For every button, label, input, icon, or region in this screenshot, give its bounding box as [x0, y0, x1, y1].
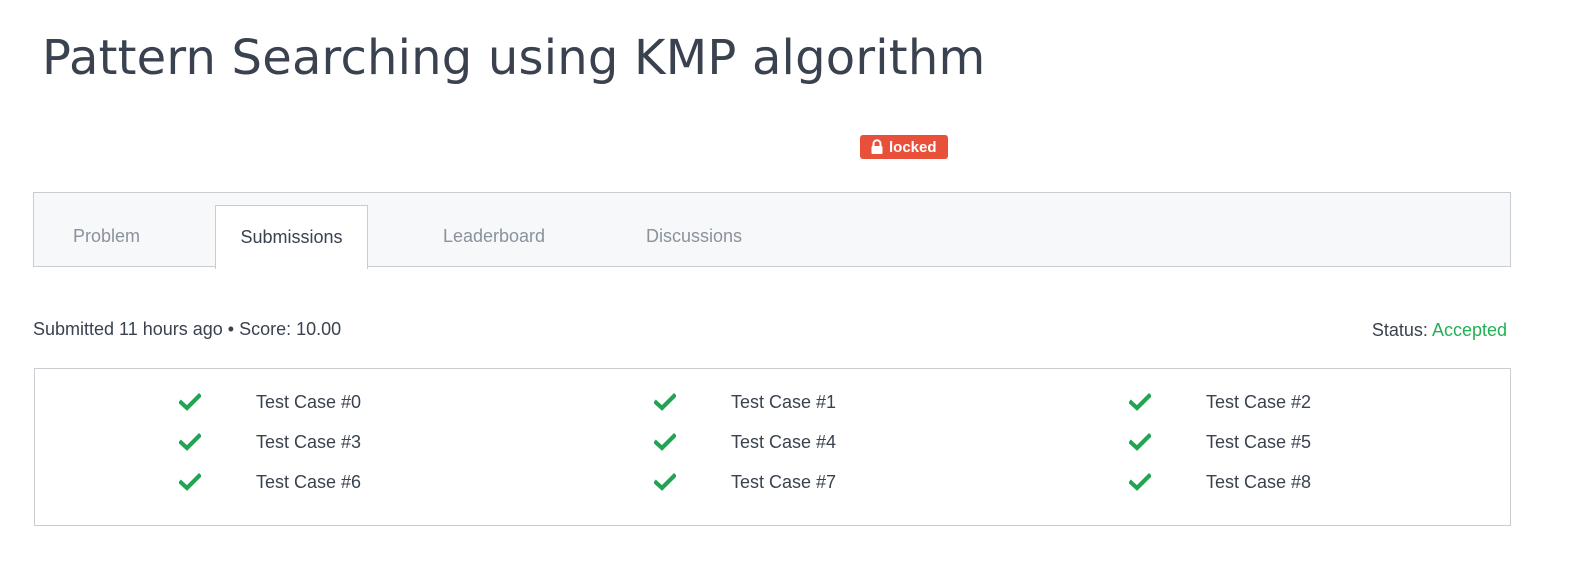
test-case-label: Test Case #6	[256, 471, 362, 492]
check-icon	[654, 472, 676, 492]
tab-discussions[interactable]: Discussions	[614, 205, 774, 268]
badge-label: locked	[889, 138, 937, 156]
test-cases-panel: Test Case #0 Test Case #1 Test Case #2 T…	[34, 368, 1511, 526]
test-case-item[interactable]: Test Case #4	[654, 429, 836, 455]
test-case-label: Test Case #2	[1206, 391, 1312, 412]
test-case-label: Test Case #3	[256, 431, 362, 452]
check-icon	[1129, 392, 1151, 412]
status-value: Accepted	[1431, 320, 1507, 340]
test-case-label: Test Case #7	[731, 471, 837, 492]
test-case-label: Test Case #8	[1206, 471, 1312, 492]
lock-icon	[870, 139, 884, 155]
tab-problem[interactable]: Problem	[34, 205, 179, 268]
test-case-item[interactable]: Test Case #3	[179, 429, 361, 455]
test-case-item[interactable]: Test Case #7	[654, 469, 836, 495]
test-case-label: Test Case #4	[731, 431, 837, 452]
test-case-item[interactable]: Test Case #2	[1129, 389, 1311, 415]
test-case-item[interactable]: Test Case #0	[179, 389, 361, 415]
tab-submissions[interactable]: Submissions	[215, 205, 368, 269]
test-case-label: Test Case #1	[731, 391, 837, 412]
check-icon	[1129, 432, 1151, 452]
check-icon	[1129, 472, 1151, 492]
test-case-label: Test Case #0	[256, 391, 362, 412]
check-icon	[179, 432, 201, 452]
locked-badge: locked	[860, 135, 948, 159]
check-icon	[179, 472, 201, 492]
submission-summary: Submitted 11 hours ago • Score: 10.00	[33, 319, 342, 339]
test-case-label: Test Case #5	[1206, 431, 1312, 452]
test-case-item[interactable]: Test Case #1	[654, 389, 836, 415]
test-case-item[interactable]: Test Case #5	[1129, 429, 1311, 455]
test-case-item[interactable]: Test Case #6	[179, 469, 361, 495]
test-case-item[interactable]: Test Case #8	[1129, 469, 1311, 495]
check-icon	[179, 392, 201, 412]
page-title: Pattern Searching using KMP algorithm	[42, 30, 986, 86]
check-icon	[654, 392, 676, 412]
submission-status: Status: Accepted	[1372, 320, 1507, 341]
tab-bar: Problem Submissions Leaderboard Discussi…	[33, 192, 1511, 269]
tab-leaderboard[interactable]: Leaderboard	[414, 205, 574, 268]
status-label: Status:	[1371, 320, 1428, 340]
check-icon	[654, 432, 676, 452]
